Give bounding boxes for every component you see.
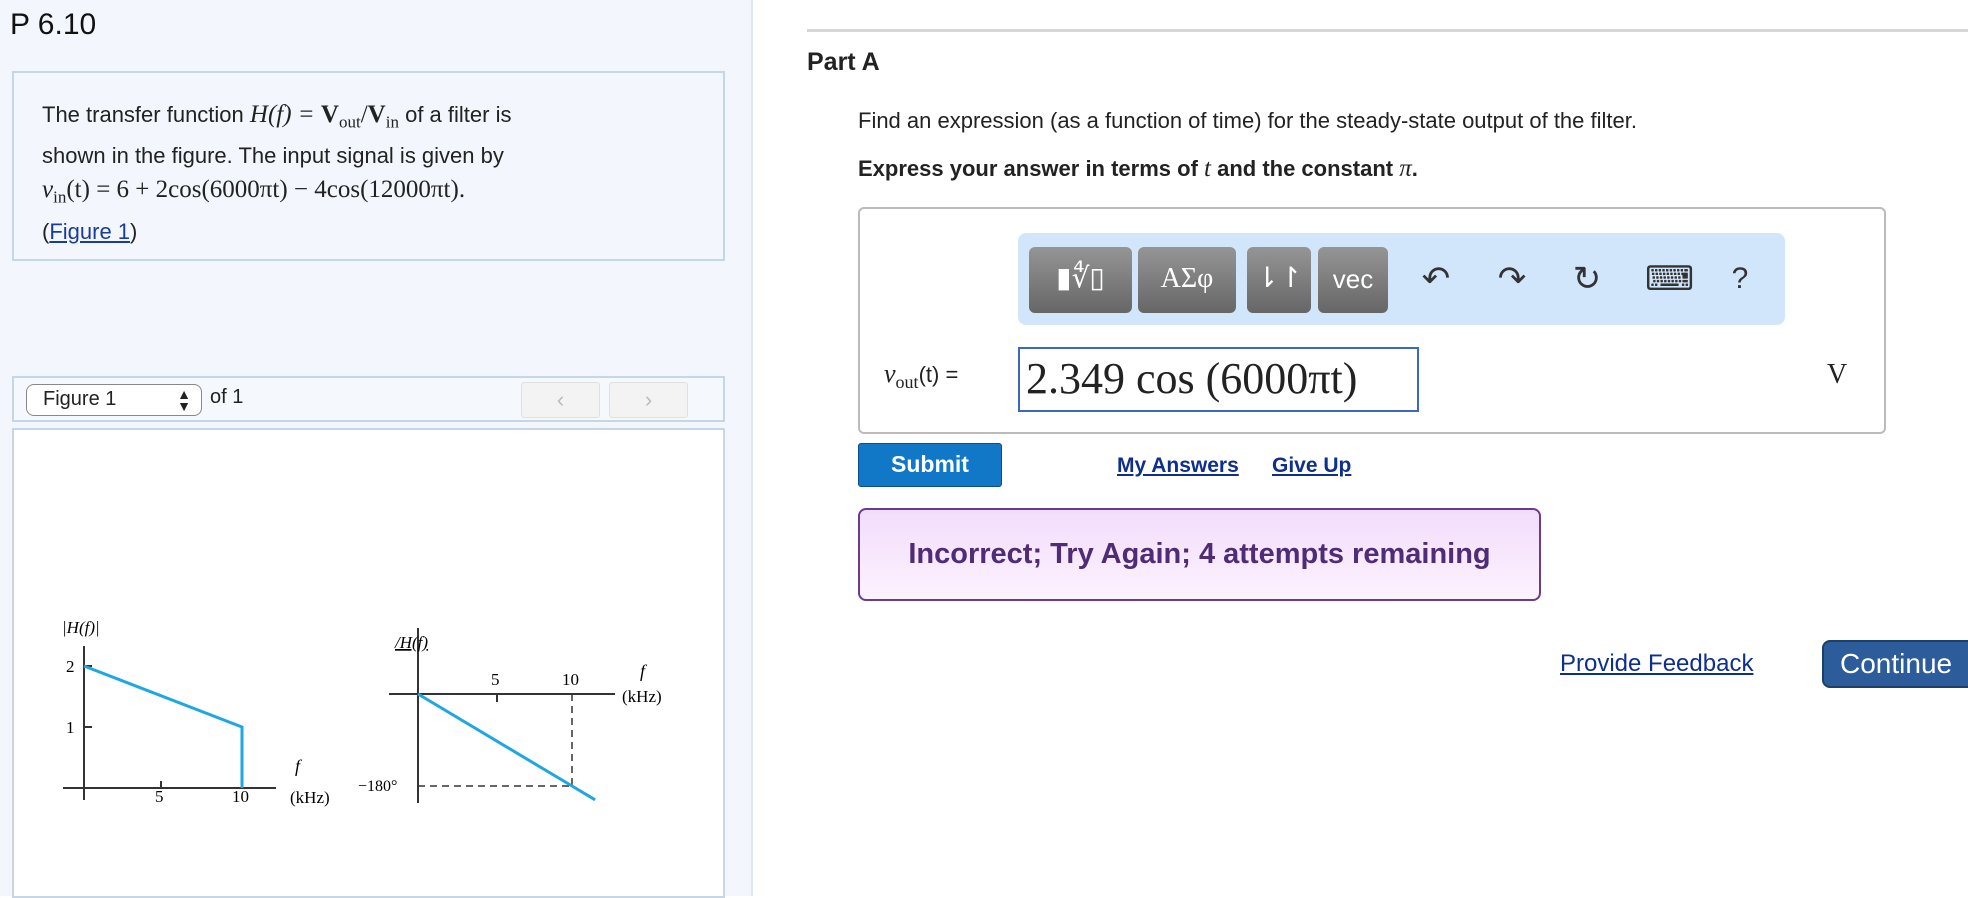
- keyboard-icon[interactable]: ⌨: [1645, 255, 1694, 303]
- help-icon[interactable]: ?: [1720, 255, 1760, 303]
- redo-icon[interactable]: ↷: [1492, 255, 1532, 303]
- greek-symbols-button[interactable]: ΑΣφ: [1138, 247, 1236, 313]
- mag-ytick-label: 2: [66, 657, 75, 676]
- mag-line: [83, 664, 244, 788]
- divider: [807, 29, 1968, 32]
- answer-box: ▮∜▯ ΑΣφ ⇂↾ vec ↶ ↷ ↻ ⌨ ? vout(t) = 2.349…: [858, 207, 1886, 434]
- mag-xlabel-unit: (kHz): [290, 788, 330, 807]
- undo-icon[interactable]: ↶: [1416, 255, 1456, 303]
- my-answers-link[interactable]: My Answers: [1117, 454, 1239, 478]
- unit-label: V: [1827, 359, 1848, 390]
- instr-text: Express your answer in terms of: [858, 156, 1205, 181]
- phase-ytick-label: −180°: [358, 778, 397, 795]
- instr-text: .: [1411, 156, 1418, 181]
- provide-feedback-link[interactable]: Provide Feedback: [1560, 650, 1753, 678]
- math-toolbar: ▮∜▯ ΑΣφ ⇂↾ vec ↶ ↷ ↻ ⌨ ?: [1018, 233, 1785, 325]
- phase-xtick-label: 10: [562, 670, 579, 689]
- phase-xlabel-f: f: [640, 661, 648, 681]
- phase-title: /H(f): [394, 633, 428, 652]
- phase-xtick-label: 5: [491, 670, 500, 689]
- continue-button[interactable]: Continue: [1822, 640, 1968, 688]
- phase-line: [417, 692, 596, 802]
- reset-icon[interactable]: ↻: [1567, 255, 1607, 303]
- v-symbol: v: [884, 359, 896, 388]
- mag-xtick-label: 10: [232, 787, 249, 806]
- phase-xlabel-unit: (kHz): [622, 687, 662, 706]
- part-title: Part A: [807, 48, 880, 76]
- instr-pi: π: [1399, 155, 1412, 182]
- mag-xlabel-f: f: [295, 756, 303, 776]
- magnitude-plot: 5 10 1 2 |H(f)| f (kHz): [62, 618, 330, 807]
- answer-label: vout(t) =: [884, 359, 958, 393]
- instr-text: and the constant: [1210, 156, 1400, 181]
- templates-button[interactable]: ▮∜▯: [1029, 247, 1132, 313]
- problem-panel: P 6.10 The transfer function H(f) = Vout…: [0, 0, 753, 898]
- feedback-message: Incorrect; Try Again; 4 attempts remaini…: [858, 508, 1541, 601]
- figure-plots: 5 10 1 2 |H(f)| f (kHz) 5 10 −180° /H(f)…: [62, 618, 662, 807]
- instructions: Express your answer in terms of t and th…: [858, 155, 1418, 183]
- question-text: Find an expression (as a function of tim…: [858, 108, 1637, 133]
- phase-plot: 5 10 −180° /H(f) f (kHz): [358, 628, 662, 803]
- figure-panel: 5 10 1 2 |H(f)| f (kHz) 5 10 −180° /H(f)…: [12, 428, 725, 898]
- out-sub: out: [895, 372, 919, 393]
- mag-title: |H(f)|: [62, 618, 100, 637]
- answer-input[interactable]: 2.349 cos (6000πt): [1018, 347, 1419, 412]
- vec-button[interactable]: vec: [1318, 247, 1388, 313]
- label-rest: (t) =: [918, 362, 959, 387]
- give-up-link[interactable]: Give Up: [1272, 454, 1351, 478]
- mag-ytick-label: 1: [66, 718, 75, 737]
- submit-button[interactable]: Submit: [858, 443, 1002, 487]
- mag-xtick-label: 5: [155, 787, 164, 806]
- arrows-button[interactable]: ⇂↾: [1247, 247, 1311, 313]
- instr-t: t: [1204, 155, 1211, 182]
